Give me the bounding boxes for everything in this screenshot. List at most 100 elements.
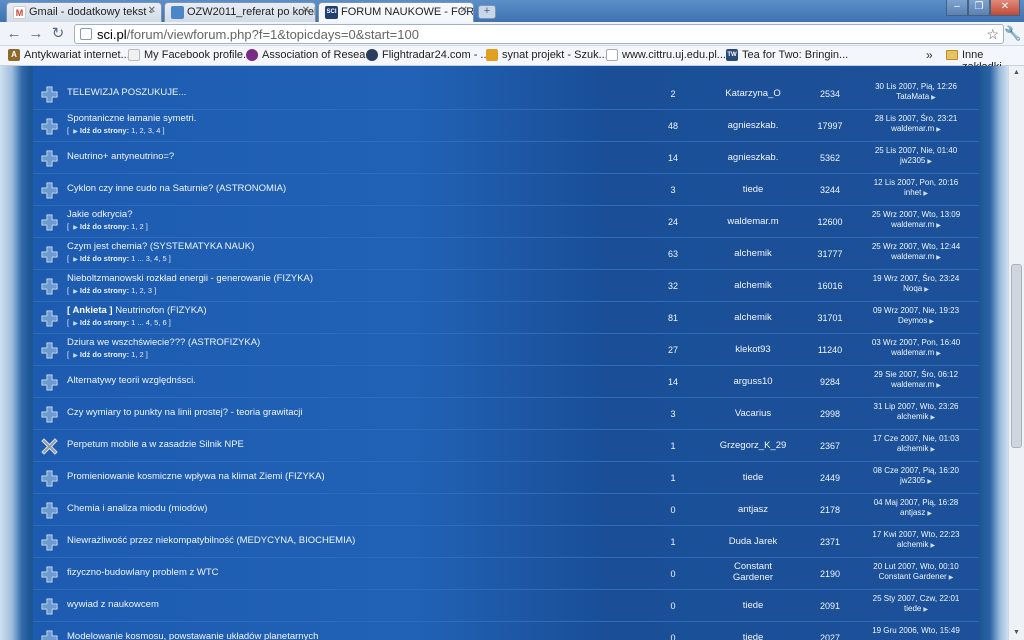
goto-last-post-icon[interactable]: ▶ bbox=[922, 287, 929, 293]
topic-title-link[interactable]: Spontaniczne łamanie symetri. bbox=[67, 113, 196, 124]
goto-last-post-icon[interactable]: ▶ bbox=[947, 575, 954, 581]
topic-author-link[interactable]: Vacarius bbox=[693, 408, 813, 419]
topic-author-link[interactable]: tiede bbox=[693, 472, 813, 483]
topic-title-link[interactable]: wywiad z naukowcem bbox=[67, 599, 159, 610]
page-links[interactable]: 1, 2 bbox=[131, 350, 144, 359]
bookmarks-overflow-button[interactable]: » bbox=[926, 48, 933, 62]
bookmark-star-icon[interactable]: ☆ bbox=[986, 26, 999, 43]
last-post-author[interactable]: waldemar.m bbox=[891, 348, 934, 357]
reload-icon[interactable]: ↻ bbox=[48, 24, 68, 44]
last-post-user[interactable]: alchemik ▶ bbox=[853, 540, 979, 551]
bookmark-item[interactable]: My Facebook profile... bbox=[128, 49, 252, 61]
topic-title-link[interactable]: Neutrino+ antyneutrino=? bbox=[67, 151, 174, 162]
last-post-author[interactable]: waldemar.m bbox=[891, 252, 934, 261]
page-links[interactable]: 1 ... 3, 4, 5 bbox=[131, 254, 166, 263]
tab-google-docs[interactable]: OZW2011_referat po korek ✕ bbox=[164, 2, 316, 22]
topic-title-link[interactable]: Jakie odkrycia? bbox=[67, 209, 132, 220]
topic-author-link[interactable]: antjasz bbox=[693, 504, 813, 515]
last-post-user[interactable]: Constant Gardener ▶ bbox=[853, 572, 979, 583]
topic-author-link[interactable]: agnieszkab. bbox=[693, 120, 813, 131]
bookmark-item[interactable]: A Antykwariat internet... bbox=[8, 49, 130, 61]
last-post-author[interactable]: TataMata bbox=[896, 92, 929, 101]
last-post-author[interactable]: alchemik bbox=[897, 444, 929, 453]
topic-author-link[interactable]: agnieszkab. bbox=[693, 152, 813, 163]
scroll-up-arrow-icon[interactable]: ▲ bbox=[1009, 66, 1024, 80]
last-post-author[interactable]: waldemar.m bbox=[891, 124, 934, 133]
goto-last-post-icon[interactable]: ▶ bbox=[928, 415, 935, 421]
goto-last-post-icon[interactable]: ▶ bbox=[921, 191, 928, 197]
bookmark-item[interactable]: synat projekt - Szuk... bbox=[486, 49, 608, 61]
wrench-icon[interactable]: 🔧 bbox=[1004, 23, 1022, 43]
bookmark-item[interactable]: www.cittru.uj.edu.pl... bbox=[606, 49, 726, 61]
last-post-author[interactable]: Constant Gardener bbox=[879, 572, 947, 581]
forward-icon[interactable]: → bbox=[26, 24, 46, 44]
last-post-user[interactable]: jw2305 ▶ bbox=[853, 476, 979, 487]
topic-author-link[interactable]: waldemar.m bbox=[693, 216, 813, 227]
topic-title-link[interactable]: Alternatywy teorii względnśsci. bbox=[67, 375, 196, 386]
page-links[interactable]: 1, 2, 3, 4 bbox=[131, 126, 160, 135]
close-icon[interactable]: ✕ bbox=[302, 5, 310, 16]
last-post-author[interactable]: Noqa bbox=[903, 284, 922, 293]
topic-author-link[interactable]: tiede bbox=[693, 184, 813, 195]
last-post-user[interactable]: inhet ▶ bbox=[853, 188, 979, 199]
goto-last-post-icon[interactable]: ▶ bbox=[934, 351, 941, 357]
goto-last-post-icon[interactable]: ▶ bbox=[927, 319, 934, 325]
goto-last-post-icon[interactable]: ▶ bbox=[934, 223, 941, 229]
last-post-user[interactable]: waldemar.m ▶ bbox=[853, 124, 979, 135]
goto-last-post-icon[interactable]: ▶ bbox=[925, 159, 932, 165]
page-links[interactable]: 1 ... 4, 5, 6 bbox=[131, 318, 166, 327]
topic-title-link[interactable]: Dziura we wszchświecie??? (ASTROFIZYKA) bbox=[67, 337, 260, 348]
tab-gmail[interactable]: M Gmail - dodatkowy tekst - ✕ bbox=[6, 2, 162, 22]
scroll-thumb[interactable] bbox=[1011, 264, 1022, 448]
last-post-user[interactable]: alchemik ▶ bbox=[853, 444, 979, 455]
topic-author-link[interactable]: alchemik bbox=[693, 248, 813, 259]
topic-author-link[interactable]: Constant Gardener bbox=[723, 561, 783, 583]
goto-last-post-icon[interactable]: ▶ bbox=[934, 255, 941, 261]
last-post-author[interactable]: waldemar.m bbox=[891, 220, 934, 229]
last-post-user[interactable]: alchemik ▶ bbox=[853, 412, 979, 423]
vertical-scrollbar[interactable]: ▲ ▼ bbox=[1008, 66, 1024, 640]
minimize-button[interactable]: – bbox=[946, 0, 968, 16]
goto-last-post-icon[interactable]: ▶ bbox=[928, 543, 935, 549]
goto-last-post-icon[interactable]: ▶ bbox=[929, 95, 936, 101]
topic-title-link[interactable]: Cyklon czy inne cudo na Saturnie? (ASTRO… bbox=[67, 183, 286, 194]
address-bar[interactable]: sci.pl/forum/viewforum.php?f=1&topicdays… bbox=[74, 24, 1004, 44]
topic-title-link[interactable]: Nieboltzmanowski rozkład energii - gener… bbox=[67, 273, 313, 284]
topic-title-link[interactable]: TELEWIZJA POSZUKUJE... bbox=[67, 87, 186, 98]
last-post-user[interactable]: antjasz ▶ bbox=[853, 508, 979, 519]
topic-author-link[interactable]: Grzegorz_K_29 bbox=[693, 440, 813, 451]
topic-title-link[interactable]: Chemia i analiza miodu (miodów) bbox=[67, 503, 207, 514]
last-post-author[interactable]: tiede bbox=[904, 604, 921, 613]
close-icon[interactable]: ✕ bbox=[148, 5, 156, 16]
back-icon[interactable]: ← bbox=[4, 24, 24, 44]
topic-title-link[interactable]: [ Ankieta ] Neutrinofon (FIZYKA) bbox=[67, 305, 207, 316]
new-tab-button[interactable]: + bbox=[478, 5, 496, 19]
last-post-user[interactable]: waldemar.m ▶ bbox=[853, 348, 979, 359]
topic-title-link[interactable]: Perpetum mobile a w zasadzie Silnik NPE bbox=[67, 439, 244, 450]
goto-last-post-icon[interactable]: ▶ bbox=[925, 511, 932, 517]
last-post-author[interactable]: alchemik bbox=[897, 412, 929, 421]
last-post-user[interactable]: Noqa ▶ bbox=[853, 284, 979, 295]
last-post-author[interactable]: jw2305 bbox=[900, 476, 925, 485]
last-post-author[interactable]: alchemik bbox=[897, 540, 929, 549]
goto-last-post-icon[interactable]: ▶ bbox=[934, 383, 941, 389]
last-post-user[interactable]: waldemar.m ▶ bbox=[853, 252, 979, 263]
close-window-button[interactable]: ✕ bbox=[990, 0, 1020, 16]
page-links[interactable]: 1, 2, 3 bbox=[131, 286, 152, 295]
page-links[interactable]: 1, 2 bbox=[131, 222, 144, 231]
goto-last-post-icon[interactable]: ▶ bbox=[928, 447, 935, 453]
goto-last-post-icon[interactable]: ▶ bbox=[934, 127, 941, 133]
last-post-author[interactable]: antjasz bbox=[900, 508, 925, 517]
last-post-author[interactable]: Deymos bbox=[898, 316, 927, 325]
topic-author-link[interactable]: tiede bbox=[693, 600, 813, 611]
topic-author-link[interactable]: klekot93 bbox=[693, 344, 813, 355]
last-post-user[interactable]: TataMata ▶ bbox=[853, 92, 979, 103]
topic-title-link[interactable]: Promieniowanie kosmiczne wpływa na klima… bbox=[67, 471, 325, 482]
last-post-user[interactable]: waldemar.m ▶ bbox=[853, 220, 979, 231]
topic-author-link[interactable]: alchemik bbox=[693, 280, 813, 291]
last-post-author[interactable]: inhet bbox=[904, 188, 921, 197]
bookmark-item[interactable]: Association of Resea... bbox=[246, 49, 375, 61]
last-post-user[interactable]: waldemar.m ▶ bbox=[853, 380, 979, 391]
scroll-down-arrow-icon[interactable]: ▼ bbox=[1009, 626, 1024, 640]
topic-title-link[interactable]: Modelowanie kosmosu, powstawanie układów… bbox=[67, 631, 318, 640]
